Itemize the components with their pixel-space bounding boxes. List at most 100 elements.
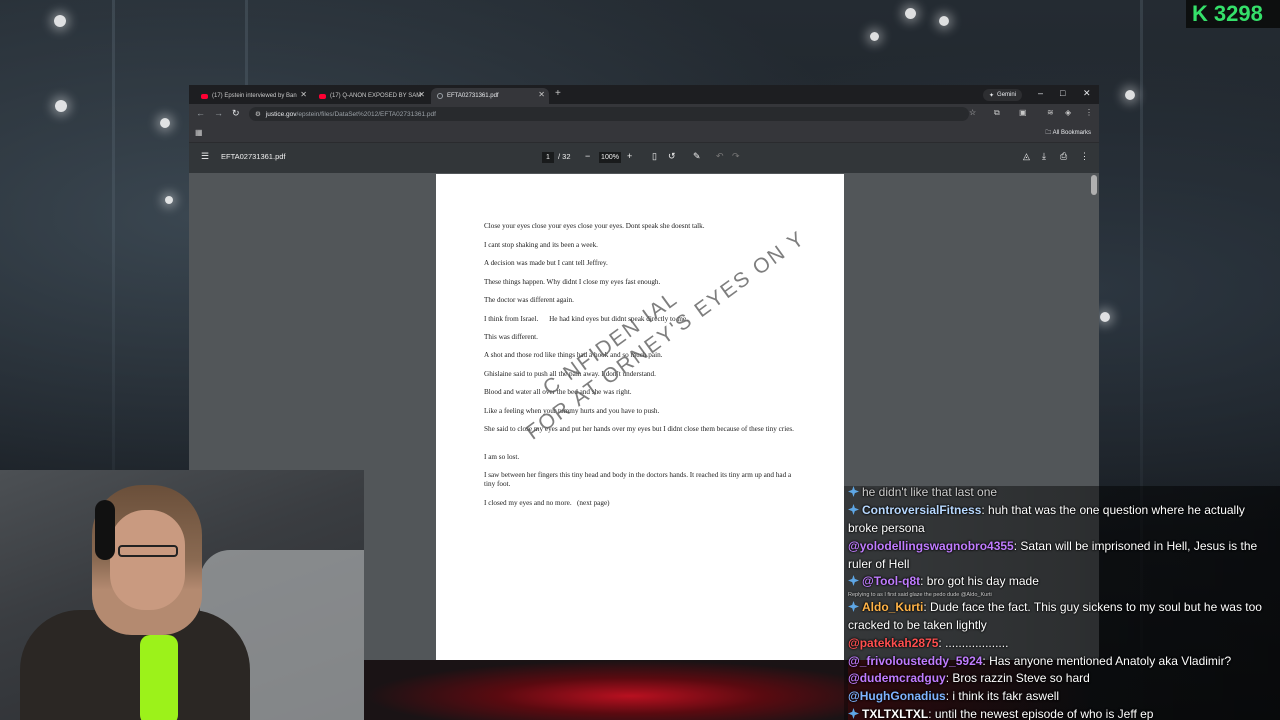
youtube-icon xyxy=(201,93,208,99)
document-line: I am so lost. xyxy=(484,453,520,461)
bokeh-light xyxy=(1100,312,1110,322)
tab-title: EFTA02731361.pdf xyxy=(447,93,499,99)
bokeh-light xyxy=(165,196,173,204)
chat-username[interactable]: @dudemcradguy xyxy=(848,671,946,685)
chat-username[interactable]: TXLTXLTXL xyxy=(862,707,928,720)
zoom-out-icon[interactable]: − xyxy=(585,151,590,161)
annotate-icon[interactable]: ✎ xyxy=(693,151,701,162)
redo-icon[interactable]: ↷ xyxy=(732,151,740,162)
viewer-counter: K 3298 xyxy=(1186,0,1280,28)
microphone xyxy=(140,635,178,720)
chat-message: @patekkah2875: ................... xyxy=(848,635,1272,653)
star-badge-icon xyxy=(848,486,859,497)
minimize-icon[interactable]: – xyxy=(1038,88,1043,98)
chat-username[interactable]: @Tool-q8t xyxy=(862,574,920,588)
chat-username[interactable]: @_frivolousteddy_5924 xyxy=(848,654,982,668)
tab-strip: (17) Epstein interviewed by Ban ✕ (17) Q… xyxy=(189,85,1099,104)
address-bar[interactable]: ⚙ justice.gov /epstein/files/DataSet%201… xyxy=(249,107,969,121)
folder-icon: 🗀 xyxy=(1045,130,1052,136)
all-bookmarks-label: All Bookmarks xyxy=(1052,130,1091,136)
more-options-icon[interactable]: ⋮ xyxy=(1080,151,1089,162)
fit-page-icon[interactable]: ▯ xyxy=(652,151,657,162)
sparkle-icon: ✦ xyxy=(989,92,995,99)
page-total: / 32 xyxy=(558,152,571,161)
chat-text: : i think its fakr aswell xyxy=(945,689,1060,703)
chat-message: @HughGonadius: i think its fakr aswell xyxy=(848,688,1272,706)
media-icon[interactable]: ▣ xyxy=(1019,108,1027,117)
pdf-toolbar: ☰ EFTA02731361.pdf 1 / 32 − 100% + ▯ ↺ ✎… xyxy=(189,143,1099,173)
close-tab-icon[interactable]: ✕ xyxy=(418,90,425,99)
extensions-icon[interactable]: ⧉ xyxy=(994,108,1000,118)
gemini-button[interactable]: ✦ Gemini xyxy=(983,89,1023,101)
pdf-filename: EFTA02731361.pdf xyxy=(221,152,286,161)
chat-text: : Has anyone mentioned Anatoly aka Vladi… xyxy=(982,654,1232,668)
chat-username[interactable]: @patekkah2875 xyxy=(848,636,938,650)
page-number-input[interactable]: 1 xyxy=(542,152,554,163)
star-badge-icon xyxy=(848,708,859,719)
kick-logo-icon: K xyxy=(1192,1,1208,26)
star-badge-icon xyxy=(848,601,859,612)
close-window-icon[interactable]: ✕ xyxy=(1083,88,1091,99)
maximize-icon[interactable]: □ xyxy=(1060,88,1065,98)
chat-message-partial: he didn't like that last one xyxy=(848,486,1272,502)
bookmark-star-icon[interactable]: ☆ xyxy=(969,108,976,117)
reload-icon[interactable]: ↻ xyxy=(232,108,240,119)
more-menu-icon[interactable]: ⋮ xyxy=(1085,108,1093,117)
gemini-label: Gemini xyxy=(997,92,1017,98)
forward-icon[interactable]: → xyxy=(214,108,223,118)
chat-text: : Bros razzin Steve so hard xyxy=(945,671,1090,685)
url-host: justice.gov xyxy=(265,110,297,118)
chat-username[interactable]: Aldo_Kurti xyxy=(862,600,923,614)
chat-message: @_frivolousteddy_5924: Has anyone mentio… xyxy=(848,653,1272,671)
tab-epstein-interview[interactable]: (17) Epstein interviewed by Ban ✕ xyxy=(195,88,311,104)
tab-qanon-exposed[interactable]: (17) Q-ANON EXPOSED BY SAM ✕ xyxy=(313,88,429,104)
chat-username[interactable]: ControversialFitness xyxy=(862,503,981,517)
zoom-input[interactable]: 100% xyxy=(599,152,621,163)
site-info-icon[interactable]: ⚙ xyxy=(255,110,261,118)
streamer-face xyxy=(110,510,185,610)
chat-username[interactable]: @HughGonadius xyxy=(848,689,946,703)
close-tab-icon[interactable]: ✕ xyxy=(300,90,307,99)
bokeh-light xyxy=(55,100,67,112)
extension-icon[interactable]: ≋ xyxy=(1047,108,1054,117)
chat-text: : until the newest episode of who is Jef… xyxy=(928,707,1154,720)
profile-icon[interactable]: ◈ xyxy=(1065,108,1071,117)
chat-username[interactable]: @yolodellingswagnobro4355 xyxy=(848,539,1014,553)
webcam-overlay xyxy=(0,470,364,720)
chat-text: : ................... xyxy=(938,636,1009,650)
pdf-page: Close your eyes close your eyes close yo… xyxy=(436,174,844,660)
bokeh-light xyxy=(905,8,916,19)
bokeh-light xyxy=(1125,90,1135,100)
apps-grid-icon[interactable]: ▦ xyxy=(195,128,203,137)
close-tab-icon[interactable]: ✕ xyxy=(538,90,545,99)
back-icon[interactable]: ← xyxy=(196,108,205,118)
rotate-icon[interactable]: ↺ xyxy=(668,151,676,162)
zoom-in-icon[interactable]: + xyxy=(627,151,632,161)
bokeh-light xyxy=(160,118,170,128)
chat-message: Aldo_Kurti: Dude face the fact. This guy… xyxy=(848,599,1272,634)
globe-icon xyxy=(437,93,443,99)
save-drive-icon[interactable]: ◬ xyxy=(1023,151,1030,162)
menu-icon[interactable]: ☰ xyxy=(201,151,209,162)
chat-message: TXLTXLTXL: until the newest episode of w… xyxy=(848,706,1272,720)
print-icon[interactable]: ⎙ xyxy=(1060,151,1067,162)
chat-text: he didn't like that last one xyxy=(862,486,998,499)
bookmarks-bar: ▦ 🗀 All Bookmarks xyxy=(189,124,1099,143)
new-tab-button[interactable]: + xyxy=(555,89,561,99)
star-badge-icon xyxy=(848,504,859,515)
undo-icon[interactable]: ↶ xyxy=(716,151,724,162)
all-bookmarks-folder[interactable]: 🗀 All Bookmarks xyxy=(1045,128,1091,138)
document-line: I saw between her fingers this tiny head… xyxy=(484,471,793,488)
chat-message: @Tool-q8t: bro got his day made xyxy=(848,573,1272,591)
url-path: /epstein/files/DataSet%2012/EFTA02731361… xyxy=(296,110,436,118)
download-icon[interactable]: ⤓ xyxy=(1042,151,1046,162)
chat-message: ControversialFitness: huh that was the o… xyxy=(848,502,1272,537)
navigation-bar: ← → ↻ ⚙ justice.gov /epstein/files/DataS… xyxy=(189,104,1099,124)
reply-note: Replying to as I first said glaze the pe… xyxy=(848,592,992,598)
youtube-icon xyxy=(319,93,326,99)
scrollbar-thumb[interactable] xyxy=(1091,175,1097,195)
tab-pdf[interactable]: EFTA02731361.pdf ✕ xyxy=(431,88,549,104)
bokeh-light xyxy=(870,32,879,41)
document-line: Ghislaine said to push all the pain away… xyxy=(484,370,656,378)
glasses xyxy=(118,545,178,557)
